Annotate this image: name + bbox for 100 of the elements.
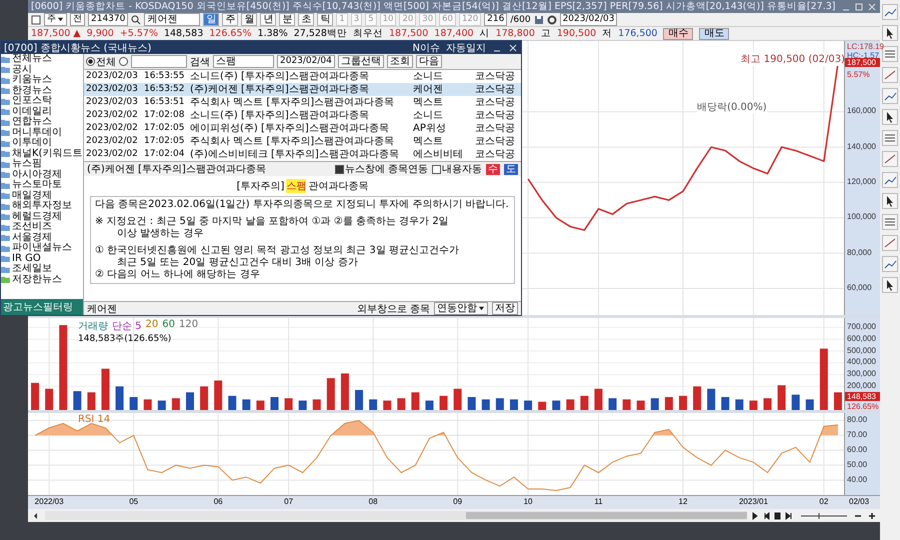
period-tab[interactable]: 틱 [317, 13, 334, 26]
settings-icon[interactable] [546, 14, 557, 25]
zoom-slider-icon[interactable] [799, 510, 849, 521]
search-icon[interactable] [131, 14, 142, 25]
news-row[interactable]: 2023/02/03 16:53:52 (주)케어젠 [투자주의]스팸관여과다종목 케어젠 코스닥공 [84, 83, 521, 96]
ad-filter-button[interactable]: 광고뉴스필터링 [1, 299, 83, 315]
heading-text: 관여과다종목 [308, 180, 368, 193]
close-icon[interactable] [508, 42, 518, 52]
period-tab[interactable]: 초 [298, 13, 314, 26]
volume-bar [524, 401, 532, 410]
company-cell-text: 멕스트 [413, 96, 444, 109]
volume-value: 148,583 [164, 28, 204, 40]
news-source-item[interactable]: 전체뉴스 [12, 54, 52, 64]
issue-button[interactable]: N이슈 [412, 40, 440, 54]
time-cell-text: 16:53:52 [144, 83, 186, 96]
news-source-item[interactable]: 매일경제 [12, 190, 52, 201]
stock-field[interactable] [131, 55, 187, 68]
ratio-tag: 126.65% [847, 402, 879, 411]
news-source-item[interactable]: 공시 [12, 64, 32, 75]
caret-icon[interactable] [478, 305, 485, 312]
count-field[interactable]: 216 [484, 13, 508, 26]
news-source-item[interactable]: 서울경제 [12, 232, 52, 243]
news-source-item[interactable]: 이데일리 [12, 106, 52, 117]
chart-icon[interactable] [882, 4, 898, 20]
volume-bar [440, 396, 448, 410]
code-field[interactable]: 214370 [88, 13, 128, 26]
news-source-item[interactable]: 한경뉴스 [12, 86, 52, 96]
auto-content-checkbox[interactable]: 내용자동 [432, 162, 482, 176]
asset-type-dropdown[interactable]: 주 [44, 13, 67, 26]
caret-icon[interactable] [57, 16, 64, 24]
period-tab[interactable]: 월 [241, 13, 258, 26]
news-source-item[interactable]: 뉴스토마토 [12, 180, 62, 190]
volume-bar [580, 396, 588, 410]
date-field[interactable]: 2023/02/03 [560, 13, 618, 26]
news-row[interactable]: 2023/02/02 17:02:08 소니드(주) [투자주의]스팸관여과다종목 소니드 코스닥공 [84, 109, 521, 122]
journal-button[interactable]: 자동일지 [446, 40, 486, 54]
news-source-item[interactable]: 머니투데이 [12, 128, 62, 138]
sell-button[interactable]: 매도 [699, 28, 730, 40]
news-source-item[interactable]: 해외투자정보 [12, 201, 72, 212]
news-source-item[interactable]: 키움뉴스 [12, 75, 52, 86]
axis-tick-label: 80,000 [847, 248, 872, 257]
group-select-dropdown[interactable]: 그룹선택 [338, 55, 384, 68]
period-tab[interactable]: 분 [279, 13, 296, 26]
query-button[interactable]: 조회 [386, 55, 413, 68]
scope-radio[interactable] [119, 57, 128, 66]
scope-radio[interactable]: 전체 [86, 54, 116, 68]
period-tab[interactable]: 일 [203, 13, 220, 26]
volume-bar [172, 398, 180, 410]
date-tick-label: 10 [524, 497, 532, 506]
article-line: 최근 5일 또는 20일 평균신고건수 대비 3배 이상 증가 [116, 257, 358, 269]
date-field[interactable]: 2023/02/04 [277, 55, 335, 68]
news-row[interactable]: 2023/02/02 17:02:05 에이피위성(주) [투자주의]스팸관여과다종목 AP위성 코스닥공 [84, 122, 521, 135]
news-source-item[interactable]: 뉴스핌 [12, 159, 42, 170]
news-source-item[interactable]: 아시아경제 [12, 170, 62, 180]
volume-bar [679, 396, 687, 410]
price-tag: 187,500 [845, 58, 880, 67]
next-button[interactable]: 다음 [416, 55, 442, 68]
zoom-in-icon[interactable] [867, 510, 877, 521]
link-stock-checkbox[interactable]: 뉴스창에 종목연동 [334, 162, 428, 176]
buy-button[interactable]: 매수 [663, 28, 694, 40]
news-source-item[interactable]: 조선비즈 [12, 222, 52, 232]
period-tab[interactable]: 주 [222, 13, 238, 26]
chart-note: 배당락(0.00%) [697, 100, 767, 114]
search-field[interactable]: 스팸 [213, 55, 274, 68]
best-quote-label: 최우선 [352, 27, 383, 40]
legend-label: 단순 5 [112, 320, 142, 334]
maximize-icon[interactable] [854, 2, 864, 12]
market-cell-text: 코스닥공 [475, 96, 516, 109]
window-icon[interactable] [31, 14, 41, 25]
volume-bar [397, 398, 406, 410]
volume-bar [270, 398, 278, 410]
news-source-item[interactable]: 이투데이 [12, 138, 52, 148]
turnover-value: 1.38% [258, 28, 288, 40]
scope-dropdown[interactable]: 전 [70, 13, 85, 26]
news-row[interactable]: 2023/02/02 17:02:05 주식회사 멕스트 [투자주의]스팸관여과다종목 멕스트 코스닥공 [84, 135, 521, 148]
sell-button[interactable]: 도 [504, 164, 518, 174]
link-mode-dropdown[interactable]: 연동안함 [434, 302, 488, 315]
news-source-item[interactable]: 조세일보 [12, 264, 52, 274]
news-source-item[interactable]: 저장한뉴스 [12, 274, 62, 285]
volume-bar [834, 392, 842, 410]
scrollbar-thumb[interactable] [466, 512, 747, 520]
news-row[interactable]: 2023/02/03 16:53:55 소니드(주) [투자주의]스팸관여과다종목 소니드 코스닥공 [84, 70, 521, 83]
news-source-item[interactable]: 채널K(키워드트 [12, 148, 82, 159]
news-source-item[interactable]: 헤럴드경제 [12, 212, 62, 222]
news-source-item[interactable]: IR GO [12, 254, 41, 264]
period-tab[interactable]: 년 [260, 13, 276, 26]
news-source-item[interactable]: 연합뉴스 [12, 117, 52, 128]
company-cell-text: 멕스트 [413, 135, 444, 148]
stock-name-field[interactable]: 케어젠 [144, 13, 200, 26]
buy-button[interactable]: 수 [486, 164, 500, 174]
news-source-item[interactable]: 파이낸셜뉴스 [12, 243, 72, 254]
market-cell-text: 코스닥공 [475, 148, 516, 161]
news-row[interactable]: 2023/02/02 17:02:04 (주)에스비비테크 [투자주의]스팸관여과다종목 에스비비테 코스닥공 [84, 148, 521, 161]
save-icon[interactable] [534, 14, 544, 25]
news-source-item[interactable]: 인포스탁 [12, 96, 52, 106]
save-button[interactable]: 저장 [492, 302, 518, 315]
cursor-icon[interactable] [882, 25, 898, 41]
date-cell-text: 2023/02/02 [85, 135, 139, 148]
news-row[interactable]: 2023/02/03 16:53:51 주식회사 멕스트 [투자주의]스팸관여과다종목 멕스트 코스닥공 [84, 96, 521, 109]
ask-price: 187,500 [388, 28, 428, 40]
